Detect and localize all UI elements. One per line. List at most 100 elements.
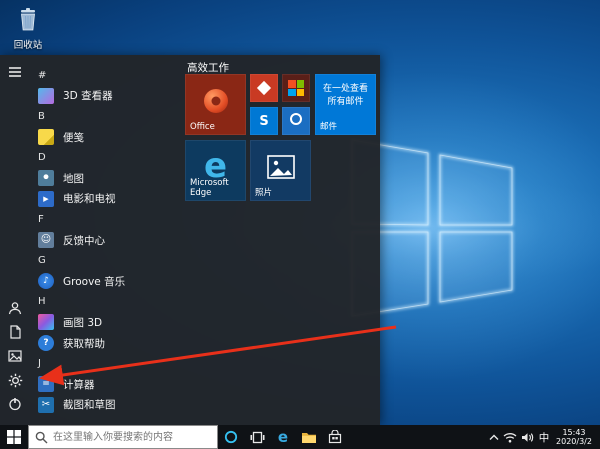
windows-start-icon bbox=[7, 430, 21, 444]
cortana-button[interactable] bbox=[218, 425, 244, 449]
tile-photos[interactable]: 照片 bbox=[250, 140, 311, 201]
tile-label: Office bbox=[190, 122, 215, 132]
tile-small-app-2[interactable] bbox=[282, 74, 310, 102]
taskbar-search[interactable] bbox=[28, 425, 218, 449]
tile-group-title[interactable]: 高效工作 bbox=[187, 60, 229, 75]
get-help-icon bbox=[38, 335, 54, 352]
app-list-item-calculator[interactable]: 计算器 bbox=[32, 374, 182, 395]
app-list-item-movies-tv[interactable]: 电影和电视 bbox=[32, 189, 182, 210]
app-list-letter-g[interactable]: G bbox=[32, 250, 182, 271]
clock-time: 15:43 bbox=[562, 427, 586, 437]
windows-desktop: 回收站 # 3D 查看器 B 便笺 D 地图 ▶ 电影和电视 F ☺ 反馈中心 … bbox=[0, 0, 600, 449]
task-view-button[interactable] bbox=[244, 425, 270, 449]
app-list-letter-j[interactable]: J bbox=[32, 353, 182, 374]
letter-label: H bbox=[38, 296, 46, 308]
tile-label: Microsoft Edge bbox=[190, 178, 229, 198]
recycle-bin-label: 回收站 bbox=[13, 40, 43, 51]
network-wifi-icon bbox=[503, 432, 517, 442]
snip-sketch-icon bbox=[38, 396, 54, 413]
user-account-button[interactable] bbox=[0, 296, 30, 320]
app-label: 便笺 bbox=[63, 131, 84, 144]
picture-icon bbox=[8, 350, 22, 362]
app-label: Groove 音乐 bbox=[63, 275, 126, 288]
app-label: 计算器 bbox=[63, 378, 95, 391]
letter-label: G bbox=[38, 255, 46, 267]
app-list-letter-hash[interactable]: # bbox=[32, 65, 182, 86]
app-list-letter-h[interactable]: H bbox=[32, 292, 182, 313]
app-label: 截图和草图 bbox=[63, 399, 116, 412]
letter-label: F bbox=[38, 213, 44, 225]
app-list-letter-b[interactable]: B bbox=[32, 106, 182, 127]
letter-label: D bbox=[38, 152, 46, 164]
tile-microsoft-edge[interactable]: Microsoft Edge bbox=[185, 140, 246, 201]
system-tray: 中 15:43 2020/3/2 bbox=[487, 425, 600, 449]
expand-menu-button[interactable] bbox=[0, 60, 30, 84]
app-label: 地图 bbox=[63, 172, 84, 185]
tile-label: 照片 bbox=[255, 188, 273, 198]
power-button[interactable] bbox=[0, 392, 30, 416]
3d-viewer-icon bbox=[38, 87, 54, 104]
search-icon bbox=[35, 431, 48, 444]
settings-button[interactable] bbox=[0, 368, 30, 392]
app-list-item-maps[interactable]: 地图 bbox=[32, 168, 182, 189]
app-list-item-snip-sketch[interactable]: 截图和草图 bbox=[32, 395, 182, 416]
app-label: 获取帮助 bbox=[63, 337, 105, 350]
hamburger-menu-icon bbox=[9, 67, 21, 77]
tile-small-app-1[interactable] bbox=[250, 74, 278, 102]
app-tile-icon bbox=[290, 113, 302, 125]
taskbar-file-explorer-button[interactable] bbox=[296, 425, 322, 449]
start-menu: # 3D 查看器 B 便笺 D 地图 电影和电视 F 反馈中心 bbox=[0, 55, 380, 425]
app-list-item-sticky-notes[interactable]: 便笺 bbox=[32, 127, 182, 148]
documents-button[interactable] bbox=[0, 320, 30, 344]
app-list-item-groove-music[interactable]: Groove 音乐 bbox=[32, 271, 182, 292]
maps-icon bbox=[38, 170, 54, 187]
hidden-icons-button[interactable] bbox=[487, 425, 501, 449]
tile-mail[interactable]: 在一处查看所有邮件 邮件 bbox=[315, 74, 376, 135]
taskbar-edge-button[interactable] bbox=[270, 425, 296, 449]
tile-label: 邮件 bbox=[320, 122, 338, 132]
app-list-letter-d[interactable]: D bbox=[32, 147, 182, 168]
clock-date: 2020/3/2 bbox=[556, 437, 592, 446]
pictures-button[interactable] bbox=[0, 344, 30, 368]
search-input[interactable] bbox=[29, 426, 217, 448]
cortana-icon bbox=[224, 430, 238, 444]
app-tile-icon bbox=[256, 80, 272, 96]
mail-live-tile-text: 在一处查看所有邮件 bbox=[322, 84, 368, 107]
app-label: 3D 查看器 bbox=[63, 90, 113, 103]
power-icon bbox=[9, 398, 21, 411]
app-label: 画图 3D bbox=[63, 316, 103, 329]
volume-button[interactable] bbox=[519, 425, 536, 449]
taskbar: 中 15:43 2020/3/2 bbox=[0, 425, 600, 449]
file-explorer-icon bbox=[302, 432, 316, 443]
office-logo-icon bbox=[203, 89, 228, 114]
app-list-item-3d-viewer[interactable]: 3D 查看器 bbox=[32, 86, 182, 107]
input-method-indicator[interactable]: 中 bbox=[536, 425, 552, 449]
tile-office[interactable]: Office bbox=[185, 74, 246, 135]
calculator-icon bbox=[38, 376, 54, 393]
multicolor-app-icon bbox=[288, 80, 304, 96]
start-menu-rail bbox=[0, 55, 30, 425]
taskbar-clock[interactable]: 15:43 2020/3/2 bbox=[552, 428, 600, 447]
tile-small-app-4[interactable] bbox=[282, 107, 310, 135]
letter-label: B bbox=[38, 110, 45, 122]
recycle-bin-desktop-icon[interactable]: 回收站 bbox=[6, 6, 50, 51]
recycle-bin-icon bbox=[21, 8, 35, 31]
taskbar-store-button[interactable] bbox=[322, 425, 348, 449]
app-list-item-get-help[interactable]: 获取帮助 bbox=[32, 333, 182, 354]
movies-tv-icon bbox=[38, 190, 54, 207]
network-button[interactable] bbox=[501, 425, 519, 449]
app-list-item-paint-3d[interactable]: 画图 3D bbox=[32, 312, 182, 333]
sticky-notes-icon bbox=[38, 129, 54, 146]
start-button[interactable] bbox=[0, 425, 28, 449]
chevron-up-icon bbox=[489, 434, 499, 440]
start-menu-tiles-panel: 高效工作 Office S 在一处查看所有邮件 邮件 e Microsoft E… bbox=[185, 55, 378, 425]
letter-label: # bbox=[38, 69, 47, 81]
settings-gear-icon bbox=[8, 373, 22, 387]
app-list-letter-f[interactable]: F bbox=[32, 209, 182, 230]
tile-skype[interactable]: S bbox=[250, 107, 278, 135]
skype-icon: S bbox=[259, 113, 269, 129]
task-view-icon bbox=[250, 431, 264, 443]
document-icon bbox=[9, 325, 21, 339]
app-list-item-feedback-hub[interactable]: 反馈中心 bbox=[32, 230, 182, 251]
start-menu-app-list: # 3D 查看器 B 便笺 D 地图 电影和电视 F 反馈中心 bbox=[32, 65, 182, 415]
